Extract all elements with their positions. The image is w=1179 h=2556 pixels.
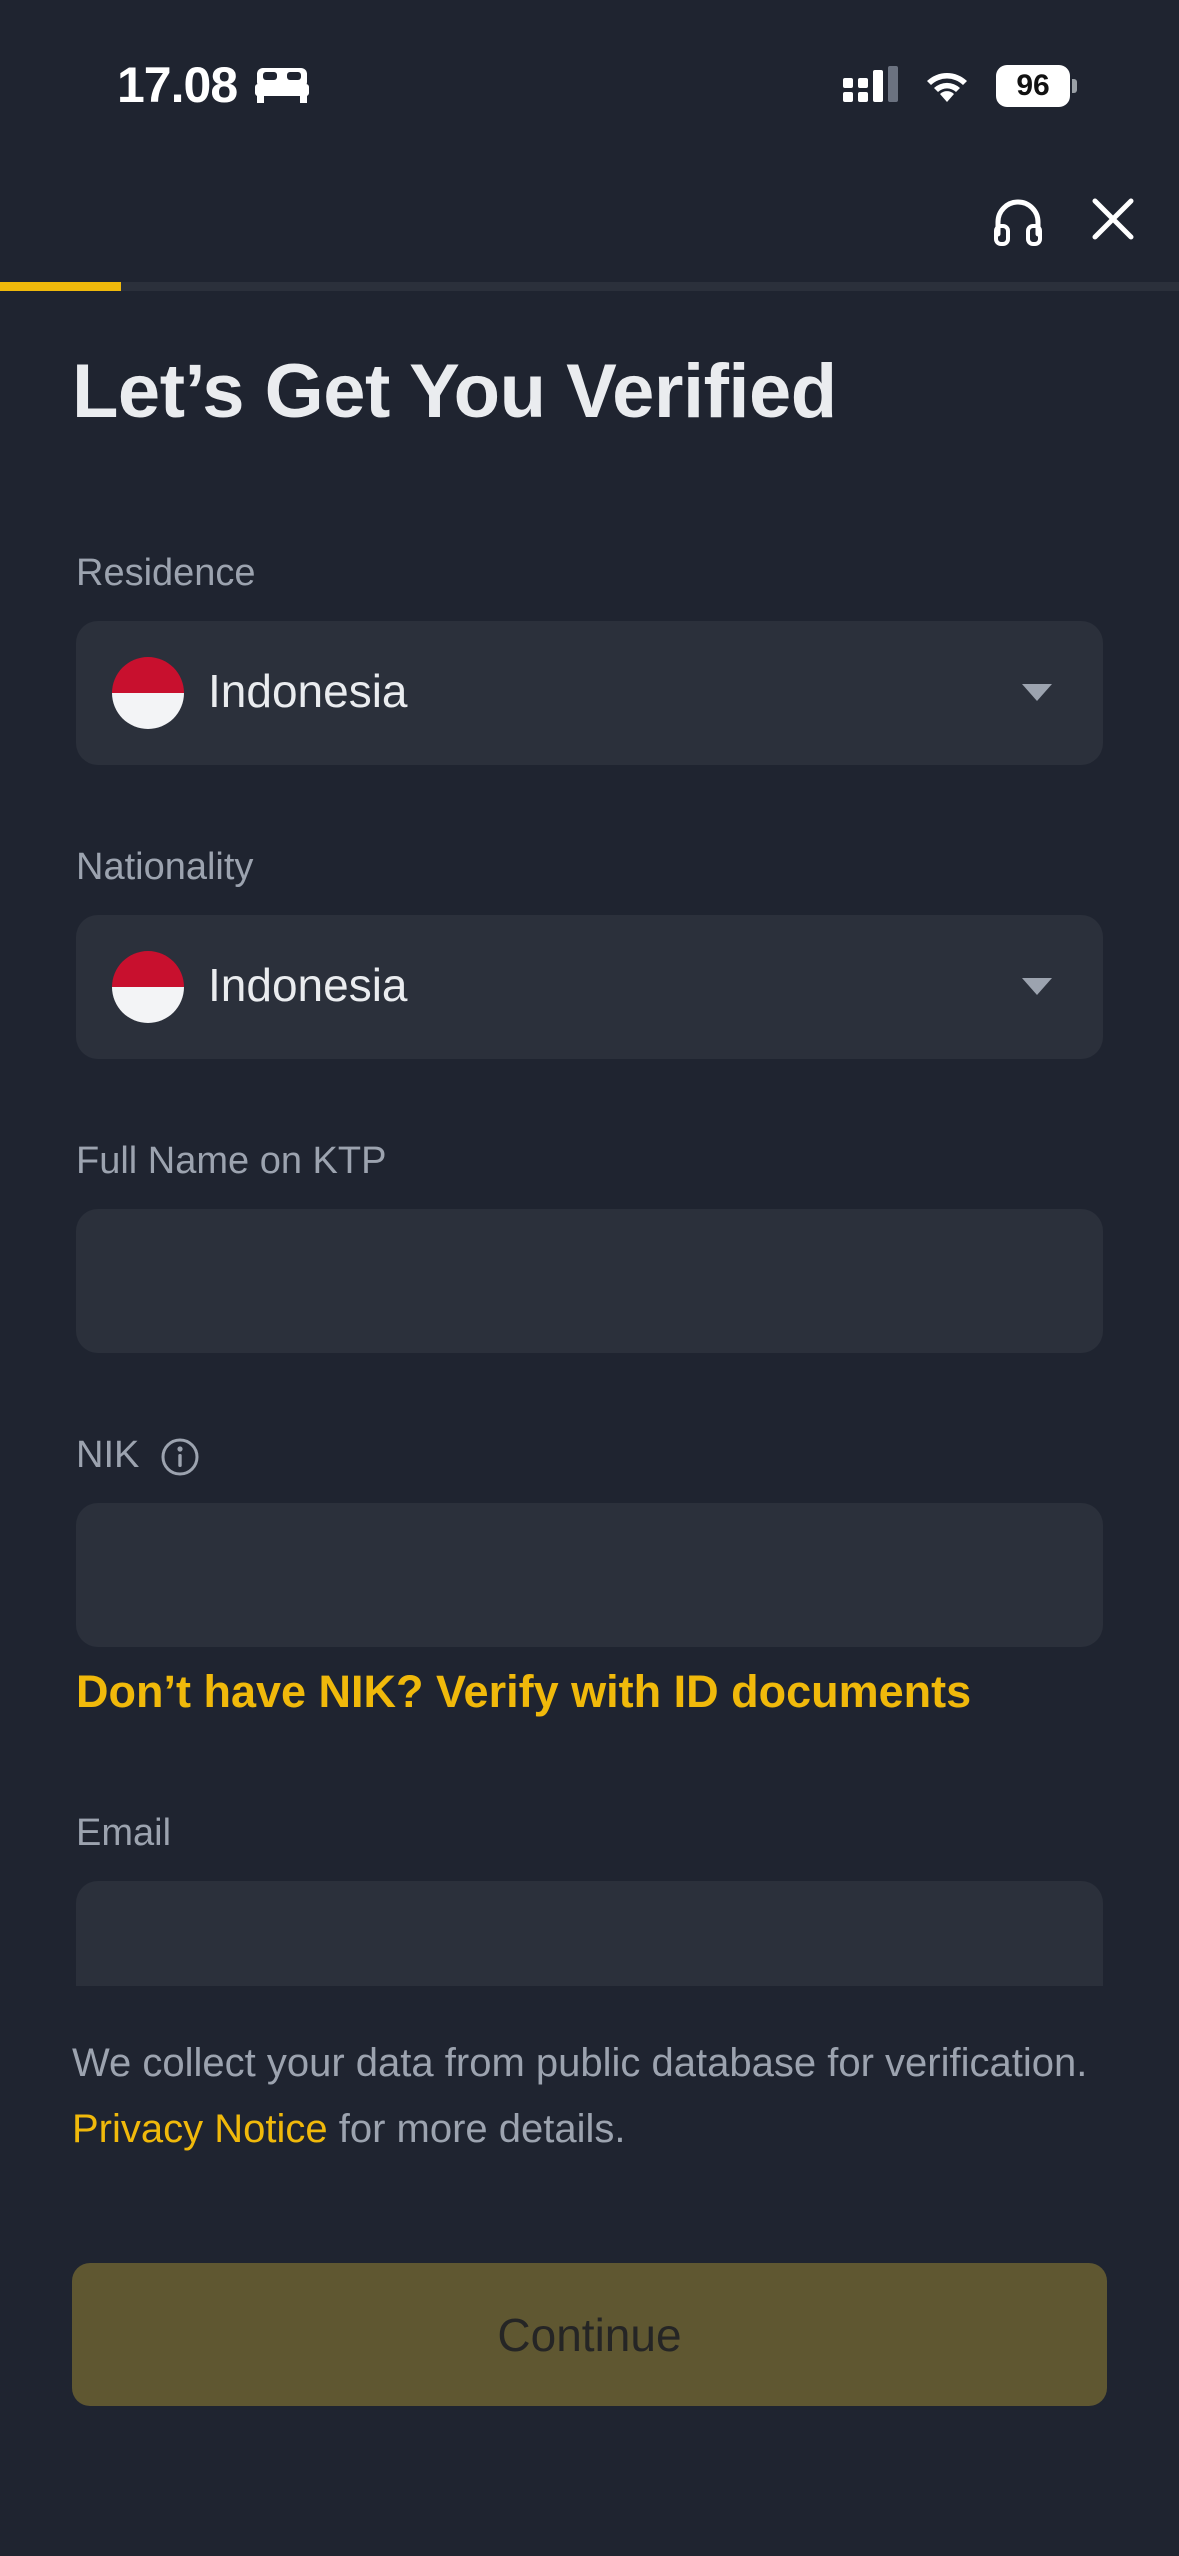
headset-support-icon[interactable] xyxy=(990,194,1046,250)
residence-label: Residence xyxy=(76,552,256,594)
privacy-notice-text: We collect your data from public databas… xyxy=(72,2030,1102,2162)
nik-input[interactable] xyxy=(76,1503,1103,1647)
notice-text: We collect your data from public databas… xyxy=(72,2041,1088,2085)
nationality-value: Indonesia xyxy=(208,959,408,1011)
nationality-label: Nationality xyxy=(76,846,254,888)
battery-level: 96 xyxy=(996,65,1070,107)
info-icon[interactable] xyxy=(160,1437,200,1477)
privacy-notice-link[interactable]: Privacy Notice xyxy=(72,2107,328,2151)
chevron-down-icon xyxy=(1022,978,1052,995)
status-time: 17.08 xyxy=(117,57,238,113)
progress-bar xyxy=(0,282,1179,291)
sleep-focus-icon xyxy=(255,68,309,103)
verify-with-id-documents-link[interactable]: Don’t have NIK? Verify with ID documents xyxy=(76,1666,971,1718)
residence-value: Indonesia xyxy=(208,665,408,717)
cellular-signal-icon xyxy=(843,66,898,102)
page-title: Let’s Get You Verified xyxy=(72,349,837,434)
battery-icon: 96 xyxy=(996,65,1077,107)
close-icon[interactable] xyxy=(1090,196,1136,242)
residence-select[interactable]: Indonesia xyxy=(76,621,1103,765)
status-bar: 17.08 96 xyxy=(0,0,1179,150)
indonesia-flag-icon xyxy=(112,951,184,1023)
indonesia-flag-icon xyxy=(112,657,184,729)
email-label: Email xyxy=(76,1812,172,1854)
nationality-select[interactable]: Indonesia xyxy=(76,915,1103,1059)
chevron-down-icon xyxy=(1022,684,1052,701)
wifi-icon xyxy=(927,73,967,102)
continue-button[interactable]: Continue xyxy=(72,2263,1107,2406)
full-name-input[interactable] xyxy=(76,1209,1103,1353)
nik-label: NIK xyxy=(76,1434,140,1476)
progress-fill xyxy=(0,282,122,291)
full-name-label: Full Name on KTP xyxy=(76,1140,387,1182)
notice-text-end: for more details. xyxy=(327,2107,626,2151)
